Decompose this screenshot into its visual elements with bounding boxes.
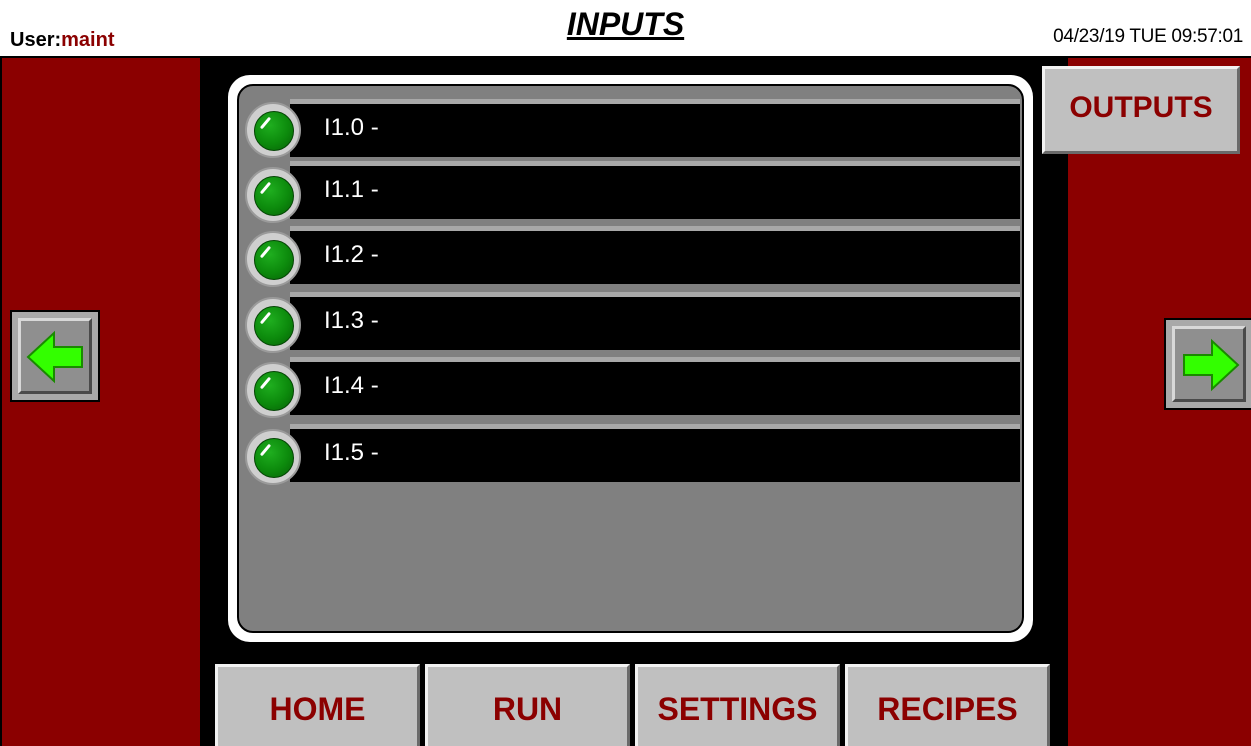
input-status-led-icon xyxy=(245,231,301,287)
input-row: I1.4 - xyxy=(290,357,1020,415)
recipes-button-label: RECIPES xyxy=(877,691,1018,727)
left-side-panel xyxy=(0,58,200,746)
settings-button[interactable]: SETTINGS xyxy=(635,664,840,746)
home-button-label: HOME xyxy=(269,691,366,727)
previous-page-button[interactable] xyxy=(10,310,100,402)
input-row: I1.5 - xyxy=(290,424,1020,482)
date-time: 04/23/19 TUE 09:57:01 xyxy=(1053,26,1243,47)
left-arrow-icon xyxy=(26,330,83,384)
recipes-button[interactable]: RECIPES xyxy=(845,664,1050,746)
outputs-button-label: OUTPUTS xyxy=(1069,91,1213,124)
input-row: I1.2 - xyxy=(290,226,1020,284)
input-label: I1.1 - xyxy=(324,176,379,203)
right-arrow-icon xyxy=(1183,338,1240,392)
input-status-led-icon xyxy=(245,102,301,158)
outputs-button[interactable]: OUTPUTS xyxy=(1042,66,1240,154)
input-label: I1.5 - xyxy=(324,439,379,466)
input-label: I1.4 - xyxy=(324,372,379,399)
run-button[interactable]: RUN xyxy=(425,664,630,746)
input-row: I1.1 - xyxy=(290,161,1020,219)
bottom-nav-bar: HOME RUN SETTINGS RECIPES xyxy=(215,664,1058,746)
left-edge xyxy=(0,58,2,746)
input-label: I1.3 - xyxy=(324,307,379,334)
input-row: I1.3 - xyxy=(290,292,1020,350)
input-label: I1.0 - xyxy=(324,114,379,141)
settings-button-label: SETTINGS xyxy=(657,691,818,727)
input-row: I1.0 - xyxy=(290,99,1020,157)
header-bar: User:maint INPUTS 04/23/19 TUE 09:57:01 xyxy=(0,0,1251,58)
input-label: I1.2 - xyxy=(324,241,379,268)
input-status-led-icon xyxy=(245,297,301,353)
input-status-led-icon xyxy=(245,167,301,223)
run-button-label: RUN xyxy=(492,691,563,727)
next-page-button[interactable] xyxy=(1164,318,1251,410)
home-button[interactable]: HOME xyxy=(215,664,420,746)
input-status-led-icon xyxy=(245,362,301,418)
input-status-led-icon xyxy=(245,429,301,485)
